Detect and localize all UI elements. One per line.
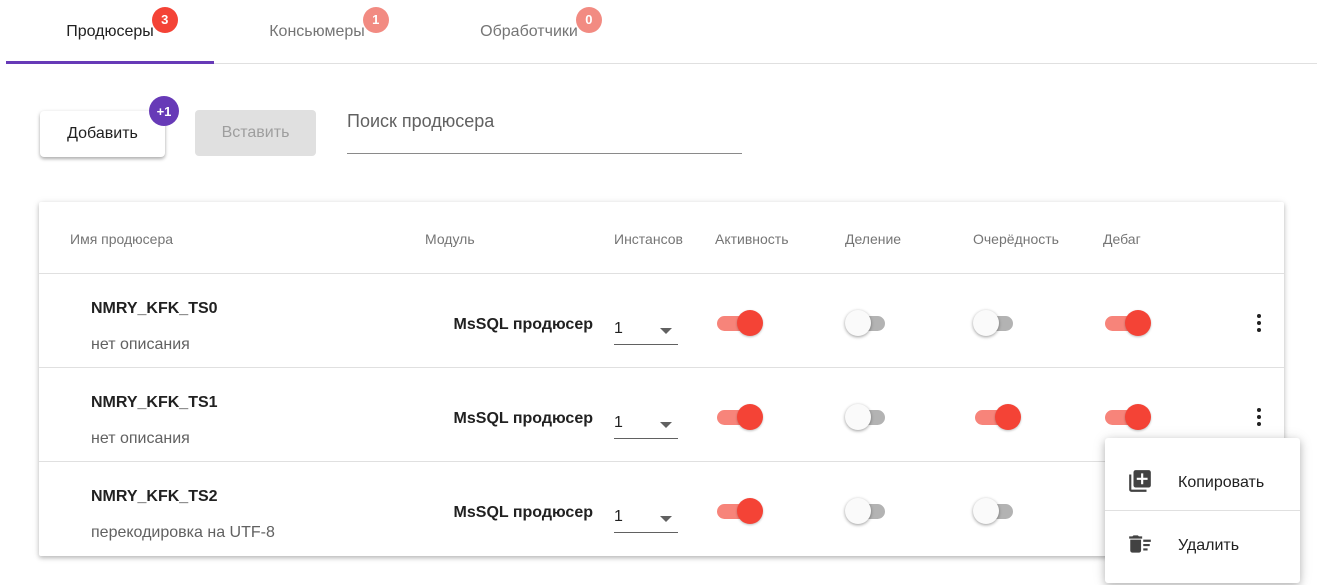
table-header: Имя продюсера Модуль Инстансов Активност…: [39, 202, 1284, 274]
producer-description: нет описания: [91, 336, 190, 353]
header-active: Активность: [715, 231, 789, 247]
tab-producers[interactable]: Продюсеры 3: [6, 0, 214, 63]
active-tab-indicator: [6, 61, 214, 64]
producer-module: MsSQL продюсер: [453, 410, 593, 427]
more-vert-icon[interactable]: [1247, 306, 1271, 340]
search-input[interactable]: [347, 104, 742, 138]
header-split: Деление: [845, 231, 902, 247]
tab-bar: Продюсеры 3 Консьюмеры 1 Обработчики 0: [6, 0, 1317, 64]
table-row[interactable]: NMRY_KFK_TS2 перекодировка на UTF-8 MsSQ…: [39, 462, 1284, 556]
menu-item-delete[interactable]: Удалить: [1105, 513, 1300, 579]
order-toggle[interactable]: [973, 498, 1021, 524]
table-row[interactable]: NMRY_KFK_TS0 нет описания MsSQL продюсер…: [39, 274, 1284, 368]
instances-select[interactable]: 1: [614, 499, 678, 533]
tab-handlers-badge: 0: [575, 6, 602, 33]
instances-select[interactable]: 1: [614, 405, 678, 439]
menu-item-copy[interactable]: Копировать: [1105, 450, 1300, 516]
tab-consumers-label: Консьюмеры 1: [269, 6, 389, 41]
active-toggle[interactable]: [715, 498, 763, 524]
header-module: Модуль: [425, 231, 475, 247]
row-context-menu: Копировать Удалить: [1105, 438, 1300, 583]
delete-sweep-icon: [1127, 531, 1153, 562]
producer-description: перекодировка на UTF-8: [91, 524, 275, 541]
tab-handlers-label: Обработчики 0: [480, 6, 602, 41]
table-row[interactable]: NMRY_KFK_TS1 нет описания MsSQL продюсер…: [39, 368, 1284, 462]
add-count-badge: +1: [149, 96, 179, 126]
header-debug: Дебаг: [1103, 231, 1141, 247]
tab-producers-badge: 3: [151, 6, 178, 33]
split-toggle[interactable]: [845, 310, 893, 336]
producer-module: MsSQL продюсер: [453, 504, 593, 521]
split-toggle[interactable]: [845, 498, 893, 524]
dropdown-arrow-icon: [660, 516, 672, 522]
order-toggle[interactable]: [973, 310, 1021, 336]
library-add-icon: [1127, 468, 1153, 499]
active-toggle[interactable]: [715, 310, 763, 336]
dropdown-arrow-icon: [660, 328, 672, 334]
menu-divider: [1105, 510, 1300, 511]
add-button[interactable]: Добавить +1: [40, 96, 179, 157]
header-name: Имя продюсера: [70, 231, 174, 247]
header-instances: Инстансов: [614, 231, 683, 247]
debug-toggle[interactable]: [1103, 404, 1151, 430]
tab-producers-label: Продюсеры 3: [66, 6, 178, 41]
paste-button[interactable]: Вставить: [195, 110, 316, 156]
producer-description: нет описания: [91, 430, 190, 447]
header-order: Очерёдность: [973, 231, 1059, 247]
order-toggle[interactable]: [973, 404, 1021, 430]
tab-consumers-badge: 1: [362, 6, 389, 33]
producer-name: NMRY_KFK_TS0: [91, 300, 218, 317]
more-vert-icon[interactable]: [1247, 400, 1271, 434]
active-toggle[interactable]: [715, 404, 763, 430]
split-toggle[interactable]: [845, 404, 893, 430]
instances-select[interactable]: 1: [614, 311, 678, 345]
tab-consumers[interactable]: Консьюмеры 1: [222, 0, 412, 63]
producer-name: NMRY_KFK_TS1: [91, 394, 218, 411]
debug-toggle[interactable]: [1103, 310, 1151, 336]
producers-table: Имя продюсера Модуль Инстансов Активност…: [39, 202, 1284, 556]
dropdown-arrow-icon: [660, 422, 672, 428]
search-field: [347, 104, 742, 154]
tab-handlers[interactable]: Обработчики 0: [434, 0, 624, 63]
producer-module: MsSQL продюсер: [453, 316, 593, 333]
producer-name: NMRY_KFK_TS2: [91, 488, 218, 505]
